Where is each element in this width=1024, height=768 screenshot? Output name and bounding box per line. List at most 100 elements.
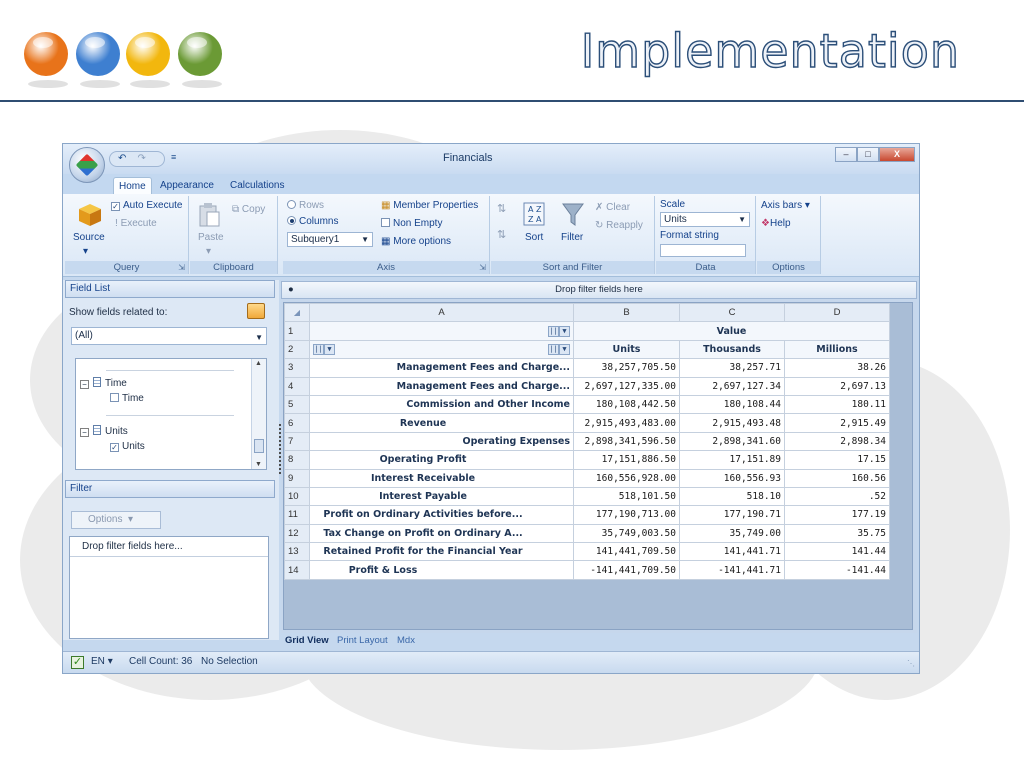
value-cell[interactable]: 180,108,442.50 bbox=[573, 394, 680, 415]
row-number[interactable]: 1 bbox=[284, 321, 310, 341]
row-number[interactable]: 8 bbox=[284, 450, 310, 470]
value-cell[interactable]: 141,441,709.50 bbox=[573, 542, 680, 562]
collapse-icon[interactable]: − bbox=[80, 380, 89, 389]
sort-ascending-icon[interactable]: ⇅ bbox=[497, 202, 506, 215]
row-number[interactable]: 5 bbox=[284, 394, 310, 415]
value-cell[interactable]: -141,441,709.50 bbox=[573, 560, 680, 580]
row-label-cell[interactable]: Profit & Loss bbox=[309, 560, 574, 580]
column-header-c[interactable]: C bbox=[679, 303, 785, 323]
related-fields-select[interactable]: (All) ▼ bbox=[71, 327, 267, 345]
row-number[interactable]: 10 bbox=[284, 486, 310, 507]
value-cell[interactable]: .52 bbox=[784, 486, 890, 507]
row-number[interactable]: 13 bbox=[284, 542, 310, 562]
value-cell[interactable]: 177,190,713.00 bbox=[573, 505, 680, 525]
select-all-corner[interactable]: ◢ bbox=[284, 303, 310, 323]
resize-grip-icon[interactable]: ⋱ bbox=[907, 654, 915, 674]
row-label-cell[interactable]: Management Fees and Charge... bbox=[309, 376, 574, 396]
minimize-button[interactable]: – bbox=[835, 147, 857, 162]
row-label-cell[interactable]: Retained Profit for the Financial Year bbox=[309, 542, 574, 562]
tree-field-time[interactable]: Time bbox=[110, 393, 144, 404]
axis-bars-button[interactable]: Axis bars ▾ bbox=[761, 200, 810, 211]
row-label-cell[interactable]: Interest Receivable bbox=[309, 468, 574, 488]
tree-field-units[interactable]: ✓ Units bbox=[110, 441, 145, 452]
row-number[interactable]: 6 bbox=[284, 413, 310, 433]
customize-quick-access-icon[interactable]: ≡ bbox=[171, 152, 176, 162]
checkbox-icon[interactable]: ✓ bbox=[110, 443, 119, 452]
field-list-options-icon[interactable] bbox=[247, 303, 265, 319]
value-cell[interactable]: 2,915,493,483.00 bbox=[573, 413, 680, 433]
filter-funnel-icon[interactable] bbox=[561, 202, 585, 231]
value-cell[interactable]: 160,556.93 bbox=[679, 468, 785, 488]
value-cell[interactable]: 2,898,341.60 bbox=[679, 431, 785, 452]
row-label-cell[interactable]: Interest Payable bbox=[309, 486, 574, 507]
fields-scrollbar[interactable]: ▲ ▼ bbox=[251, 359, 266, 469]
language-selector[interactable]: EN ▾ bbox=[91, 652, 113, 672]
collapse-icon[interactable]: − bbox=[80, 428, 89, 437]
column-header-a[interactable]: A bbox=[309, 303, 574, 323]
chevron-down-icon[interactable]: ▼ bbox=[559, 325, 570, 337]
value-cell[interactable]: 180,108.44 bbox=[679, 394, 785, 415]
value-cell[interactable]: 2,697,127.34 bbox=[679, 376, 785, 396]
help-button[interactable]: ❖Help bbox=[761, 218, 791, 229]
value-cell[interactable]: 2,915.49 bbox=[784, 413, 890, 433]
value-cell[interactable]: 160,556,928.00 bbox=[573, 468, 680, 488]
value-cell[interactable]: -141.44 bbox=[784, 560, 890, 580]
scroll-down-icon[interactable]: ▼ bbox=[255, 461, 262, 468]
scroll-up-icon[interactable]: ▲ bbox=[255, 360, 262, 367]
paste-icon[interactable] bbox=[198, 202, 220, 231]
value-cell[interactable]: 2,915,493.48 bbox=[679, 413, 785, 433]
axis-handle-icon[interactable]: || bbox=[548, 325, 559, 337]
value-cell[interactable]: 38,257.71 bbox=[679, 358, 785, 378]
non-empty-checkbox[interactable]: Non Empty bbox=[381, 218, 442, 229]
value-cell[interactable]: 35,749,003.50 bbox=[573, 523, 680, 544]
column-header-d[interactable]: D bbox=[784, 303, 890, 323]
scroll-thumb[interactable] bbox=[254, 439, 264, 453]
row-label-cell[interactable]: Operating Profit bbox=[309, 450, 574, 470]
source-dropdown-arrow[interactable]: ▾ bbox=[83, 246, 88, 257]
undo-icon[interactable]: ↶ bbox=[118, 153, 126, 164]
checkbox-icon[interactable] bbox=[110, 393, 119, 402]
row-number[interactable]: 9 bbox=[284, 468, 310, 488]
query-dialog-launcher-icon[interactable]: ⇲ bbox=[178, 263, 185, 272]
sort-button-label[interactable]: Sort bbox=[525, 232, 543, 243]
value-cell[interactable]: 17,151,886.50 bbox=[573, 450, 680, 470]
value-cell[interactable]: 38,257,705.50 bbox=[573, 358, 680, 378]
value-cell[interactable]: 2,697,127,335.00 bbox=[573, 376, 680, 396]
column-filter-drop-bar[interactable]: ● Drop filter fields here bbox=[281, 281, 917, 299]
row-number[interactable]: 2 bbox=[284, 339, 310, 360]
tab-print-layout[interactable]: Print Layout bbox=[337, 635, 388, 646]
row-number[interactable]: 3 bbox=[284, 358, 310, 378]
copy-button[interactable]: ⧉ Copy bbox=[232, 204, 265, 215]
row-label-cell[interactable]: Revenue bbox=[309, 413, 574, 433]
close-button[interactable]: X bbox=[879, 147, 915, 162]
redo-icon[interactable]: ↷ bbox=[138, 153, 146, 164]
axis-handle-icon[interactable]: || bbox=[548, 343, 559, 355]
paste-button-label[interactable]: Paste bbox=[198, 232, 224, 243]
row-label-cell[interactable]: Tax Change on Profit on Ordinary A... bbox=[309, 523, 574, 544]
value-cell[interactable]: -141,441.71 bbox=[679, 560, 785, 580]
value-cell[interactable]: 2,697.13 bbox=[784, 376, 890, 396]
value-cell[interactable]: 518.10 bbox=[679, 486, 785, 507]
tab-grid-view[interactable]: Grid View bbox=[285, 635, 329, 646]
row-number[interactable]: 11 bbox=[284, 505, 310, 525]
value-cell[interactable]: 141,441.71 bbox=[679, 542, 785, 562]
value-cell[interactable]: 177.19 bbox=[784, 505, 890, 525]
more-options-button[interactable]: ▦ More options bbox=[381, 236, 451, 247]
rows-radio[interactable]: Rows bbox=[287, 200, 324, 211]
row-label-cell[interactable]: Management Fees and Charge... bbox=[309, 358, 574, 378]
chevron-down-icon[interactable]: ▼ bbox=[324, 343, 335, 355]
row-number[interactable]: 7 bbox=[284, 431, 310, 452]
value-cell[interactable]: 17,151.89 bbox=[679, 450, 785, 470]
auto-execute-checkbox[interactable]: ✓ Auto Execute bbox=[111, 200, 182, 211]
row-number[interactable]: 12 bbox=[284, 523, 310, 544]
axis-dialog-launcher-icon[interactable]: ⇲ bbox=[479, 263, 486, 272]
subquery-select[interactable]: Subquery1 ▼ bbox=[287, 232, 373, 247]
value-cell[interactable]: 2,898,341,596.50 bbox=[573, 431, 680, 452]
tree-group-units[interactable]: − Units bbox=[80, 425, 128, 437]
value-cell[interactable]: 180.11 bbox=[784, 394, 890, 415]
tab-calculations[interactable]: Calculations bbox=[225, 177, 289, 194]
filter-drop-area[interactable]: Drop filter fields here... bbox=[69, 536, 269, 639]
reapply-filter-button[interactable]: ↻ Reapply bbox=[595, 220, 643, 231]
chevron-down-icon[interactable]: ▼ bbox=[559, 343, 570, 355]
axis-handle-icon[interactable]: || bbox=[313, 343, 324, 355]
